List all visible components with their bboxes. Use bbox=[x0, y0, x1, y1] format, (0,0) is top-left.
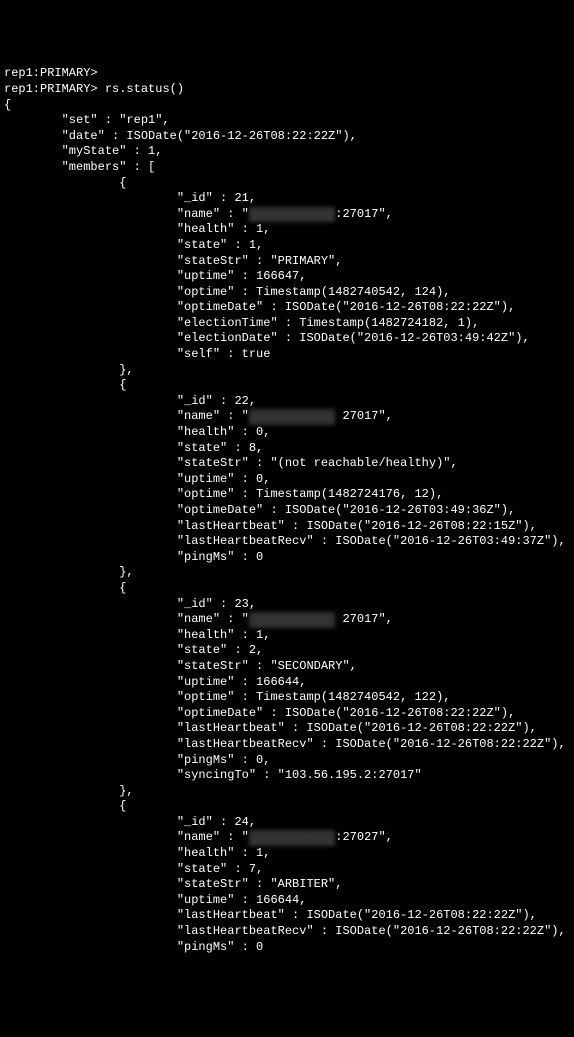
output-line: "lastHeartbeat" : ISODate("2016-12-26T08… bbox=[4, 721, 537, 735]
output-line: "optime" : Timestamp(1482724176, 12), bbox=[4, 487, 443, 501]
output-line: "lastHeartbeat" : ISODate("2016-12-26T08… bbox=[4, 519, 537, 533]
output-line: "syncingTo" : "103.56.195.2:27017" bbox=[4, 768, 422, 782]
output-line: "self" : true bbox=[4, 347, 270, 361]
output-line: "electionTime" : Timestamp(1482724182, 1… bbox=[4, 316, 479, 330]
output-line: "optimeDate" : ISODate("2016-12-26T08:22… bbox=[4, 706, 515, 720]
output-line: "members" : [ bbox=[4, 160, 155, 174]
output-line: { bbox=[4, 98, 11, 112]
output-line: "stateStr" : "PRIMARY", bbox=[4, 254, 342, 268]
output-line: "uptime" : 0, bbox=[4, 472, 270, 486]
output-line: "lastHeartbeatRecv" : ISODate("2016-12-2… bbox=[4, 924, 566, 938]
output-line: :27017", bbox=[335, 207, 393, 221]
output-line: "health" : 1, bbox=[4, 846, 270, 860]
output-line: "set" : "rep1", bbox=[4, 113, 170, 127]
output-line: { bbox=[4, 799, 126, 813]
output-line: "electionDate" : ISODate("2016-12-26T03:… bbox=[4, 331, 530, 345]
output-line: "optime" : Timestamp(1482740542, 122), bbox=[4, 690, 450, 704]
output-line: "_id" : 24, bbox=[4, 815, 256, 829]
output-line: "health" : 1, bbox=[4, 222, 270, 236]
output-line: "state" : 8, bbox=[4, 441, 263, 455]
redacted-ip: xxx xx xxx x bbox=[249, 612, 335, 628]
output-line: "_id" : 22, bbox=[4, 394, 256, 408]
output-line: "date" : ISODate("2016-12-26T08:22:22Z")… bbox=[4, 129, 357, 143]
output-line: }, bbox=[4, 565, 134, 579]
output-line: 27017", bbox=[342, 409, 392, 423]
output-line: "uptime" : 166647, bbox=[4, 269, 306, 283]
output-line: "name" : " bbox=[4, 409, 249, 423]
command-text: rs.status() bbox=[105, 82, 184, 96]
output-line: "pingMs" : 0 bbox=[4, 940, 263, 954]
output-line: "state" : 7, bbox=[4, 862, 263, 876]
output-line: :27027", bbox=[335, 830, 393, 844]
output-line: "uptime" : 166644, bbox=[4, 675, 306, 689]
output-line: { bbox=[4, 378, 126, 392]
output-line: "state" : 1, bbox=[4, 238, 263, 252]
output-line: "state" : 2, bbox=[4, 643, 263, 657]
output-line: "optimeDate" : ISODate("2016-12-26T03:49… bbox=[4, 503, 515, 517]
output-line: }, bbox=[4, 363, 134, 377]
output-line: "_id" : 23, bbox=[4, 597, 256, 611]
output-line: "optimeDate" : ISODate("2016-12-26T08:22… bbox=[4, 300, 515, 314]
output-line: "health" : 1, bbox=[4, 628, 270, 642]
output-line: 27017", bbox=[342, 612, 392, 626]
terminal-output[interactable]: rep1:PRIMARY> rep1:PRIMARY> rs.status() … bbox=[4, 66, 570, 955]
output-line: }, bbox=[4, 784, 134, 798]
output-line: "stateStr" : "SECONDARY", bbox=[4, 659, 357, 673]
output-line: "stateStr" : "ARBITER", bbox=[4, 877, 342, 891]
output-line: "lastHeartbeat" : ISODate("2016-12-26T08… bbox=[4, 908, 537, 922]
output-line: { bbox=[4, 176, 126, 190]
output-line: { bbox=[4, 581, 126, 595]
redacted-ip: xxx xx xxx x bbox=[249, 830, 335, 846]
output-line: "name" : " bbox=[4, 830, 249, 844]
output-line: "health" : 0, bbox=[4, 425, 270, 439]
output-line: "uptime" : 166644, bbox=[4, 893, 306, 907]
prompt-line: rep1:PRIMARY> bbox=[4, 66, 98, 80]
output-line: "lastHeartbeatRecv" : ISODate("2016-12-2… bbox=[4, 534, 566, 548]
output-line: "optime" : Timestamp(1482740542, 124), bbox=[4, 285, 450, 299]
output-line: "name" : " bbox=[4, 207, 249, 221]
redacted-ip: xxx xx xxx x bbox=[249, 207, 335, 223]
output-line: "myState" : 1, bbox=[4, 144, 162, 158]
output-line: "pingMs" : 0, bbox=[4, 753, 270, 767]
output-line: "pingMs" : 0 bbox=[4, 550, 263, 564]
output-line: "lastHeartbeatRecv" : ISODate("2016-12-2… bbox=[4, 737, 566, 751]
output-line: "stateStr" : "(not reachable/healthy)", bbox=[4, 456, 458, 470]
prompt-line: rep1:PRIMARY> bbox=[4, 82, 105, 96]
redacted-ip: xxx xx xxx x bbox=[249, 409, 335, 425]
output-line: "_id" : 21, bbox=[4, 191, 256, 205]
output-line: "name" : " bbox=[4, 612, 249, 626]
